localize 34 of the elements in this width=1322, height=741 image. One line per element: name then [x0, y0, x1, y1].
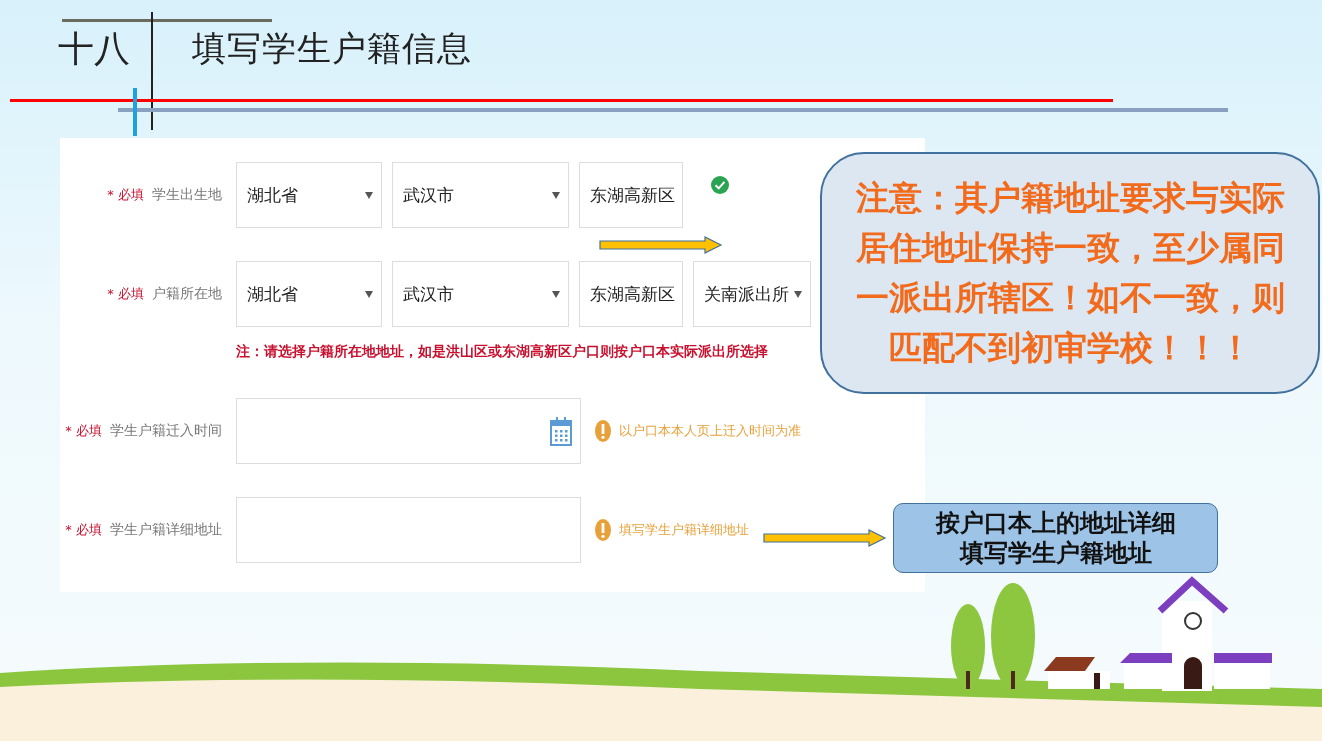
- required-mark: * 必填: [107, 285, 144, 303]
- dropdown[interactable]: 东湖高新区: [579, 261, 683, 327]
- field-label: 户籍所在地: [152, 285, 222, 303]
- calendar-icon: [550, 416, 572, 446]
- arrow-icon: [599, 236, 723, 254]
- note-text: 注：请选择户籍所在地地址，如是洪山区或东湖高新区户口则按户口本实际派出所选择: [236, 343, 768, 361]
- required-mark: * 必填: [65, 521, 102, 539]
- arrow-icon: [763, 529, 887, 547]
- field-label: 学生户籍迁入时间: [110, 422, 222, 440]
- caret-icon: [365, 290, 373, 298]
- caret-icon: [794, 290, 802, 298]
- caret-icon: [552, 290, 560, 298]
- dropdown[interactable]: 武汉市: [392, 162, 569, 228]
- warning-icon: [595, 519, 611, 541]
- input-field[interactable]: [236, 497, 581, 563]
- caret-icon: [552, 191, 560, 199]
- required-mark: * 必填: [65, 422, 102, 440]
- caret-icon: [365, 191, 373, 199]
- field-label: 学生出生地: [152, 186, 222, 204]
- hint-text: 填写学生户籍详细地址: [619, 521, 749, 539]
- required-mark: * 必填: [107, 186, 144, 204]
- dropdown[interactable]: 湖北省: [236, 261, 382, 327]
- field-label: 学生户籍详细地址: [110, 521, 222, 539]
- date-field[interactable]: [236, 398, 581, 464]
- hint-text: 以户口本本人页上迁入时间为准: [619, 422, 801, 440]
- tip-text: 按户口本上的地址详细填写学生户籍地址: [934, 508, 1177, 568]
- slide-number: 十八: [58, 26, 130, 71]
- dropdown[interactable]: 关南派出所: [693, 261, 811, 327]
- dropdown[interactable]: 湖北省: [236, 162, 382, 228]
- dropdown[interactable]: 武汉市: [392, 261, 569, 327]
- warning-text: 注意：其户籍地址要求与实际居住地址保持一致，至少属同一派出所辖区！如不一致，则匹配不到初审学校！！！: [854, 177, 1286, 369]
- dropdown[interactable]: 东湖高新区: [579, 162, 683, 228]
- slide-title: 填写学生户籍信息: [192, 27, 472, 70]
- warning-icon: [595, 420, 611, 442]
